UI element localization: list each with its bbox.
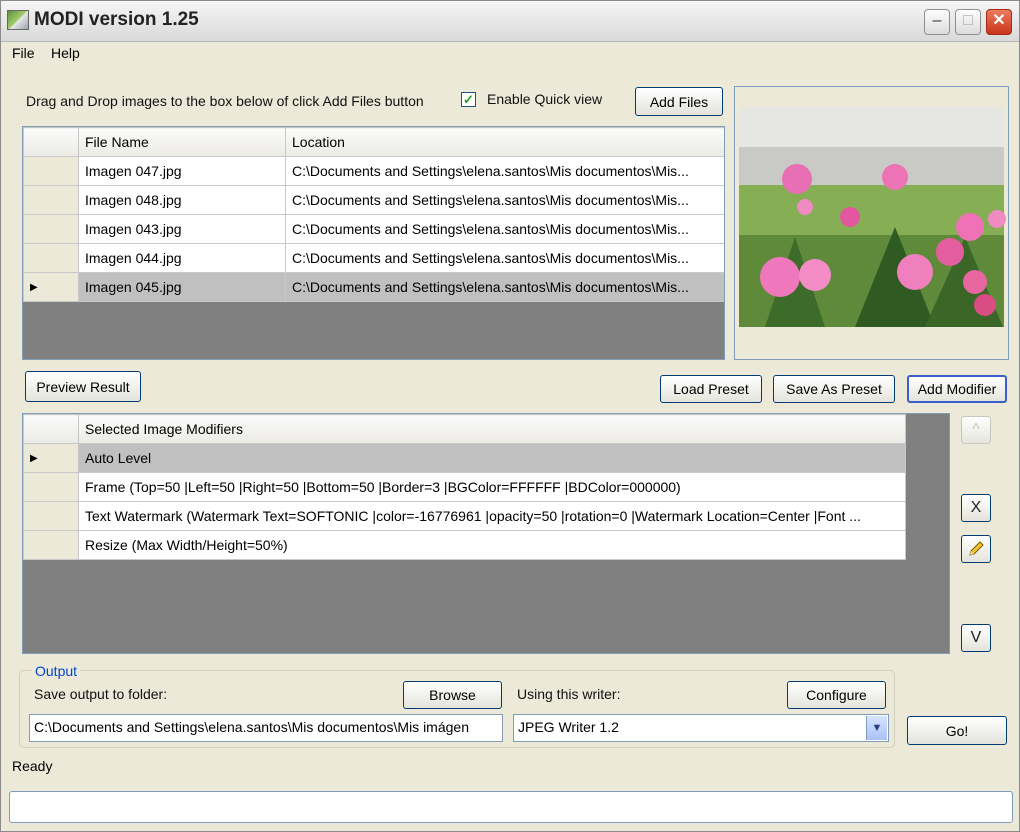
maximize-icon: □ [963,12,973,29]
file-name-cell: Imagen 045.jpg [78,272,286,302]
table-row[interactable]: Imagen 047.jpg C:\Documents and Settings… [23,156,724,186]
minimize-icon: – [932,12,942,29]
writer-select-value: JPEG Writer 1.2 [518,719,619,735]
table-row-selected[interactable]: ▶ Imagen 045.jpg C:\Documents and Settin… [23,272,724,302]
output-group-title: Output [32,663,81,679]
modifier-cell: Frame (Top=50 |Left=50 |Right=50 |Bottom… [78,472,906,502]
quick-view-label: Enable Quick view [487,91,603,107]
load-preset-button[interactable]: Load Preset [660,375,762,403]
modifier-row[interactable]: Frame (Top=50 |Left=50 |Right=50 |Bottom… [23,472,906,502]
minimize-button[interactable]: – [924,9,950,35]
files-header-row: File Name Location [23,127,724,157]
pencil-icon [969,541,984,556]
title-bar[interactable]: MODI version 1.25 – □ ✕ [1,1,1019,42]
row-header[interactable] [23,214,79,244]
modifier-cell: Auto Level [78,443,906,473]
window-title: MODI version 1.25 [34,9,199,30]
modifier-row[interactable]: Text Watermark (Watermark Text=SOFTONIC … [23,501,906,531]
instructions-label: Drag and Drop images to the box below of… [26,93,424,109]
maximize-button[interactable]: □ [955,9,981,35]
table-row[interactable]: Imagen 044.jpg C:\Documents and Settings… [23,243,724,273]
row-header[interactable] [23,185,79,215]
files-grid[interactable]: File Name Location Imagen 047.jpg C:\Doc… [22,126,725,360]
close-icon: ✕ [992,12,1006,29]
add-files-button[interactable]: Add Files [635,87,723,116]
configure-button[interactable]: Configure [787,681,886,709]
file-name-cell: Imagen 044.jpg [78,243,286,273]
edit-modifier-button[interactable] [961,535,991,563]
modifiers-header-row: Selected Image Modifiers [23,414,906,444]
location-cell: C:\Documents and Settings\elena.santos\M… [285,214,724,244]
row-pointer-icon[interactable]: ▶ [23,443,79,473]
output-folder-input[interactable]: C:\Documents and Settings\elena.santos\M… [29,714,503,742]
modifier-cell: Resize (Max Width/Height=50%) [78,530,906,560]
progress-bar [9,791,1013,823]
file-name-cell: Imagen 048.jpg [78,185,286,215]
row-header[interactable] [23,156,79,186]
row-header[interactable] [23,501,79,531]
writer-label: Using this writer: [517,686,621,702]
move-up-button[interactable]: ^ [961,416,991,444]
status-text: Ready [12,758,53,774]
modifiers-header-corner [23,414,79,444]
location-cell: C:\Documents and Settings\elena.santos\M… [285,185,724,215]
row-header[interactable] [23,530,79,560]
menu-help[interactable]: Help [51,45,80,61]
modifiers-grid[interactable]: Selected Image Modifiers ▶ Auto Level Fr… [22,413,950,654]
app-window: MODI version 1.25 – □ ✕ File Help Drag a… [0,0,1020,832]
location-cell: C:\Documents and Settings\elena.santos\M… [285,272,724,302]
location-cell: C:\Documents and Settings\elena.santos\M… [285,243,724,273]
go-button[interactable]: Go! [907,716,1007,745]
save-folder-label: Save output to folder: [34,686,168,702]
rose-photo-image [735,87,1008,359]
table-row[interactable]: Imagen 048.jpg C:\Documents and Settings… [23,185,724,215]
column-header-selected-modifiers[interactable]: Selected Image Modifiers [78,414,906,444]
modifier-row-selected[interactable]: ▶ Auto Level [23,443,906,473]
modifier-row[interactable]: Resize (Max Width/Height=50%) [23,530,906,560]
remove-modifier-button[interactable]: X [961,494,991,522]
menu-file[interactable]: File [12,45,35,61]
browse-button[interactable]: Browse [403,681,502,709]
column-header-file-name[interactable]: File Name [78,127,286,157]
column-header-location[interactable]: Location [285,127,724,157]
chevron-down-icon[interactable]: ▼ [866,716,887,740]
row-header[interactable] [23,472,79,502]
file-name-cell: Imagen 047.jpg [78,156,286,186]
close-button[interactable]: ✕ [986,9,1012,35]
quick-view-checkbox[interactable]: ✓ [461,92,476,107]
app-icon [7,10,29,30]
file-name-cell: Imagen 043.jpg [78,214,286,244]
row-pointer-icon[interactable]: ▶ [23,272,79,302]
quick-view-preview [734,86,1009,360]
modifier-cell: Text Watermark (Watermark Text=SOFTONIC … [78,501,906,531]
menu-bar: File Help [1,42,1019,66]
row-header[interactable] [23,243,79,273]
save-as-preset-button[interactable]: Save As Preset [773,375,895,403]
preview-result-button[interactable]: Preview Result [25,371,141,402]
files-header-corner [23,127,79,157]
add-modifier-button[interactable]: Add Modifier [907,375,1007,403]
writer-select[interactable]: JPEG Writer 1.2 ▼ [513,714,889,742]
move-down-button[interactable]: V [961,624,991,652]
table-row[interactable]: Imagen 043.jpg C:\Documents and Settings… [23,214,724,244]
location-cell: C:\Documents and Settings\elena.santos\M… [285,156,724,186]
